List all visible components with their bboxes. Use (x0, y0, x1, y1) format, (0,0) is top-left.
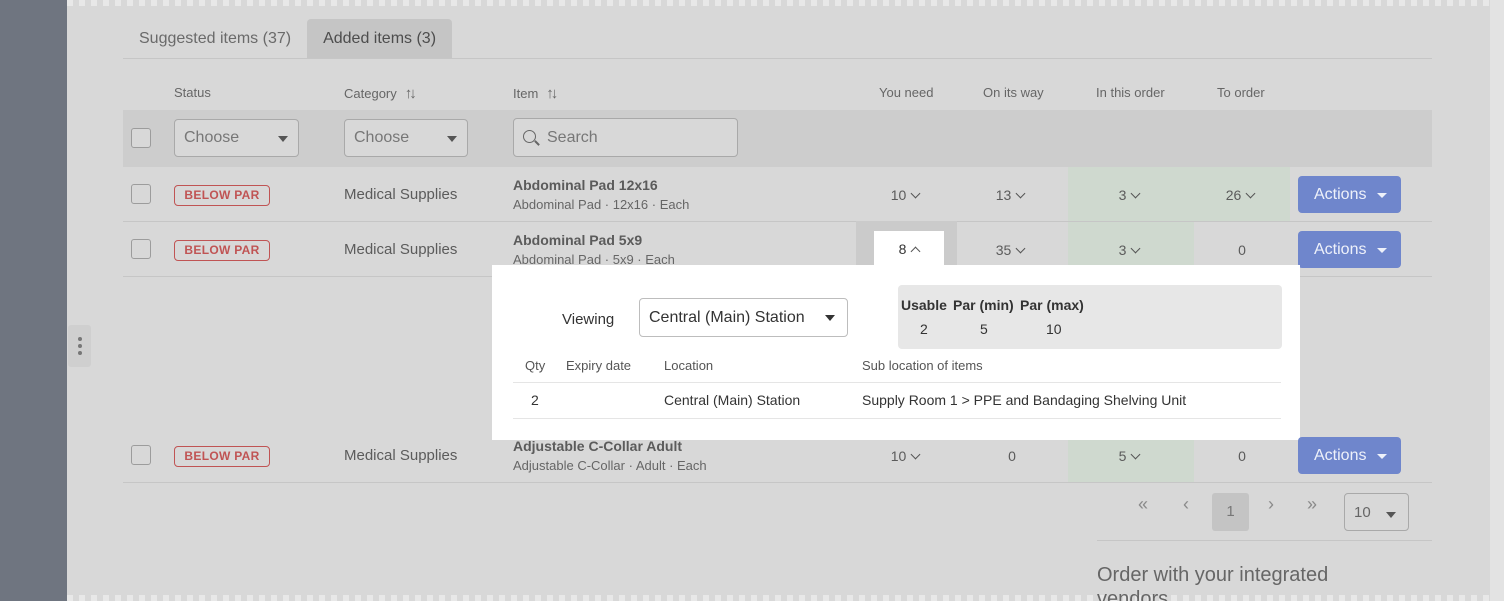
on-its-way-value: 0 (1008, 448, 1016, 464)
item-description: Abdominal Pad · 12x16 · Each (513, 197, 690, 212)
station-select[interactable]: Central (Main) Station (639, 298, 848, 337)
status-badge: BELOW PAR (174, 240, 270, 261)
chevron-down-icon (1015, 188, 1026, 199)
status-filter-select[interactable]: Choose (174, 119, 299, 157)
usable-value: 2 (920, 321, 928, 337)
next-page-button[interactable]: › (1268, 494, 1274, 515)
sub-location-cell: Supply Room 1 > PPE and Bandaging Shelvi… (862, 392, 1187, 408)
item-name: Abdominal Pad 5x9 (513, 232, 643, 248)
item-description: Adjustable C-Collar · Adult · Each (513, 458, 707, 473)
to-order-value: 0 (1238, 242, 1246, 258)
you-need-dropdown[interactable]: 10 (875, 187, 935, 203)
section-divider (1097, 540, 1432, 541)
chevron-down-icon (1377, 454, 1387, 459)
right-scroll-area (1490, 0, 1504, 601)
actions-button[interactable]: Actions (1298, 437, 1401, 474)
column-header-status: Status (174, 85, 211, 100)
chevron-down-icon (447, 136, 457, 142)
in-this-order-dropdown[interactable]: 3 (1099, 187, 1159, 203)
prev-page-button[interactable]: ‹ (1183, 494, 1189, 515)
first-page-button[interactable]: « (1138, 494, 1148, 515)
last-page-button[interactable]: » (1307, 494, 1317, 515)
category-cell: Medical Supplies (344, 447, 458, 464)
to-order-value: 0 (1238, 448, 1246, 464)
sort-icon[interactable]: ↑↓ (405, 85, 417, 102)
chevron-down-icon (910, 449, 921, 460)
chevron-up-icon (910, 246, 921, 257)
chevron-down-icon (1130, 188, 1141, 199)
chevron-down-icon (910, 188, 921, 199)
sort-icon[interactable]: ↑↓ (546, 85, 558, 102)
expiry-header: Expiry date (566, 358, 632, 373)
actions-button[interactable]: Actions (1298, 231, 1401, 268)
item-name: Abdominal Pad 12x16 (513, 177, 658, 193)
in-this-order-dropdown[interactable]: 3 (1099, 242, 1159, 258)
tab-added-items[interactable]: Added items (3) (307, 19, 453, 58)
select-all-checkbox[interactable] (131, 128, 151, 148)
column-header-category[interactable]: Category ↑↓ (344, 85, 417, 102)
category-filter-select[interactable]: Choose (344, 119, 468, 157)
tab-suggested-items[interactable]: Suggested items (37) (123, 19, 307, 58)
chevron-down-icon (1130, 449, 1141, 460)
location-cell: Central (Main) Station (664, 392, 801, 408)
par-max-value: 10 (1046, 321, 1062, 337)
popover-header-divider (513, 382, 1281, 383)
chevron-down-icon (825, 315, 835, 321)
torn-edge-top (67, 0, 1490, 6)
popover-row-divider (513, 418, 1281, 419)
row-checkbox[interactable] (131, 445, 151, 465)
to-order-dropdown[interactable]: 26 (1210, 187, 1270, 203)
chevron-down-icon (1377, 193, 1387, 198)
you-need-dropdown-open[interactable]: 8 (874, 231, 944, 267)
tabs-divider (123, 58, 1432, 59)
chevron-down-icon (278, 136, 288, 142)
row-checkbox[interactable] (131, 239, 151, 259)
category-cell: Medical Supplies (344, 241, 458, 258)
in-this-order-dropdown[interactable]: 5 (1099, 448, 1159, 464)
row-divider (123, 482, 1432, 483)
drag-handle-icon[interactable] (68, 325, 91, 367)
item-tabs: Suggested items (37) Added items (3) (123, 19, 453, 59)
column-header-in-this-order: In this order (1096, 85, 1165, 100)
par-summary (898, 285, 1282, 349)
on-its-way-dropdown[interactable]: 13 (980, 187, 1040, 203)
sub-location-header: Sub location of items (862, 358, 983, 373)
chevron-down-icon (1377, 248, 1387, 253)
vendors-section-title: Order with your integrated vendors (1097, 564, 1329, 601)
qty-header: Qty (525, 358, 546, 373)
par-min-header: Par (min) (953, 297, 1014, 313)
status-badge: BELOW PAR (174, 446, 270, 467)
column-header-on-its-way: On its way (983, 85, 1044, 100)
column-header-to-order: To order (1217, 85, 1265, 100)
left-sidebar (0, 0, 67, 601)
row-divider (123, 221, 1432, 222)
column-header-item[interactable]: Item ↑↓ (513, 85, 558, 102)
per-page-select[interactable]: 10 (1344, 493, 1409, 531)
chevron-down-icon (1386, 512, 1396, 518)
chevron-down-icon (1245, 188, 1256, 199)
usable-header: Usable (901, 297, 947, 313)
row-checkbox[interactable] (131, 184, 151, 204)
category-cell: Medical Supplies (344, 186, 458, 203)
status-badge: BELOW PAR (174, 185, 270, 206)
you-need-dropdown[interactable]: 10 (875, 448, 935, 464)
viewing-label: Viewing (562, 311, 615, 328)
chevron-down-icon (1015, 243, 1026, 254)
actions-button[interactable]: Actions (1298, 176, 1401, 213)
page-1-button[interactable]: 1 (1212, 493, 1249, 531)
column-header-you-need: You need (879, 85, 934, 100)
par-min-value: 5 (980, 321, 988, 337)
qty-cell: 2 (531, 392, 539, 408)
par-max-header: Par (max) (1020, 297, 1084, 313)
on-its-way-dropdown[interactable]: 35 (980, 242, 1040, 258)
chevron-down-icon (1130, 243, 1141, 254)
search-input[interactable]: Search (513, 118, 738, 157)
item-name: Adjustable C-Collar Adult (513, 438, 683, 454)
filter-row (123, 110, 1432, 167)
search-icon (523, 130, 536, 143)
location-header: Location (664, 358, 714, 373)
